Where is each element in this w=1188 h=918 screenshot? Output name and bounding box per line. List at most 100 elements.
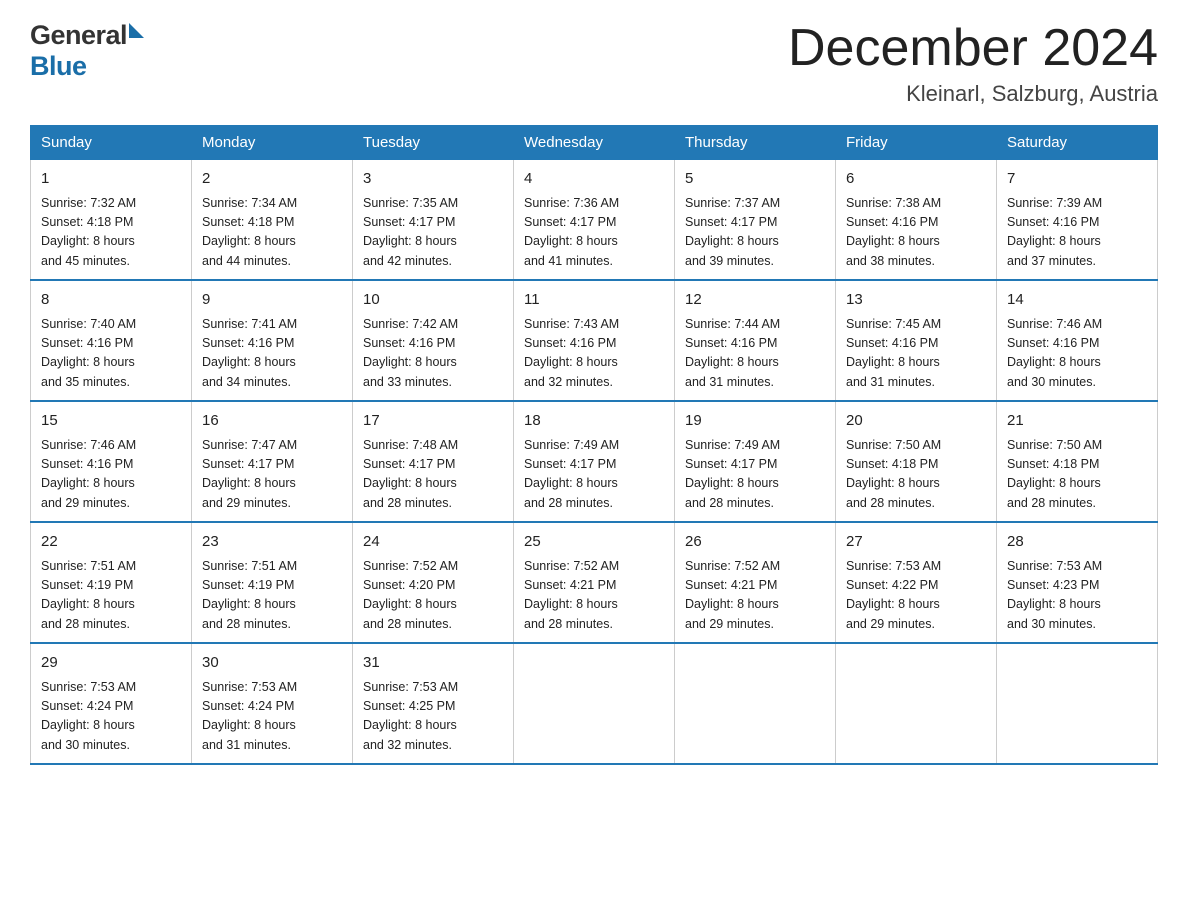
calendar-cell: 13Sunrise: 7:45 AMSunset: 4:16 PMDayligh… bbox=[836, 280, 997, 401]
logo-blue: Blue bbox=[30, 51, 144, 82]
location-title: Kleinarl, Salzburg, Austria bbox=[788, 81, 1158, 107]
day-info: Sunrise: 7:53 AMSunset: 4:22 PMDaylight:… bbox=[846, 557, 986, 635]
calendar-cell: 20 Sunrise: 7:50 AMSunset: 4:18 PMDayligh… bbox=[836, 401, 997, 522]
day-number: 11 bbox=[524, 289, 664, 312]
day-of-week-thursday: Thursday bbox=[675, 126, 836, 160]
calendar-cell: 7 Sunrise: 7:39 AMSunset: 4:16 PMDaylight… bbox=[997, 160, 1158, 281]
day-info: Sunrise: 7:51 AMSunset: 4:19 PMDaylight:… bbox=[41, 557, 181, 635]
calendar-header: SundayMondayTuesdayWednesdayThursdayFrid… bbox=[31, 126, 1158, 160]
calendar-cell: 21Sunrise: 7:50 AMSunset: 4:18 PMDayligh… bbox=[997, 401, 1158, 522]
title-area: December 2024 Kleinarl, Salzburg, Austri… bbox=[788, 20, 1158, 107]
calendar-week-4: 22 Sunrise: 7:51 AMSunset: 4:19 PMDayligh… bbox=[31, 522, 1158, 643]
day-of-week-friday: Friday bbox=[836, 126, 997, 160]
calendar-cell: 29 Sunrise: 7:53 AMSunset: 4:24 PMDayligh… bbox=[31, 643, 192, 764]
calendar-cell: 12Sunrise: 7:44 AMSunset: 4:16 PMDayligh… bbox=[675, 280, 836, 401]
day-info: Sunrise: 7:53 AMSunset: 4:23 PMDaylight:… bbox=[1007, 557, 1147, 635]
calendar-cell: 28Sunrise: 7:53 AMSunset: 4:23 PMDayligh… bbox=[997, 522, 1158, 643]
day-number: 10 bbox=[363, 289, 503, 312]
calendar-cell: 6 Sunrise: 7:38 AMSunset: 4:16 PMDaylight… bbox=[836, 160, 997, 281]
day-info: Sunrise: 7:38 AMSunset: 4:16 PMDaylight:… bbox=[846, 194, 986, 272]
calendar-cell: 1 Sunrise: 7:32 AMSunset: 4:18 PMDaylight… bbox=[31, 160, 192, 281]
day-info: Sunrise: 7:53 AMSunset: 4:25 PMDaylight:… bbox=[363, 678, 503, 756]
day-info: Sunrise: 7:41 AMSunset: 4:16 PMDaylight:… bbox=[202, 315, 342, 393]
day-number: 4 bbox=[524, 168, 664, 191]
day-info: Sunrise: 7:34 AMSunset: 4:18 PMDaylight:… bbox=[202, 194, 342, 272]
day-info: Sunrise: 7:36 AMSunset: 4:17 PMDaylight:… bbox=[524, 194, 664, 272]
day-info: Sunrise: 7:52 AMSunset: 4:20 PMDaylight:… bbox=[363, 557, 503, 635]
calendar-cell: 9 Sunrise: 7:41 AMSunset: 4:16 PMDaylight… bbox=[192, 280, 353, 401]
calendar-cell: 23Sunrise: 7:51 AMSunset: 4:19 PMDayligh… bbox=[192, 522, 353, 643]
day-number: 29 bbox=[41, 652, 181, 675]
day-of-week-tuesday: Tuesday bbox=[353, 126, 514, 160]
day-info: Sunrise: 7:49 AMSunset: 4:17 PMDaylight:… bbox=[685, 436, 825, 514]
day-of-week-sunday: Sunday bbox=[31, 126, 192, 160]
day-number: 9 bbox=[202, 289, 342, 312]
day-number: 20 bbox=[846, 410, 986, 433]
calendar-cell: 2 Sunrise: 7:34 AMSunset: 4:18 PMDaylight… bbox=[192, 160, 353, 281]
day-number: 5 bbox=[685, 168, 825, 191]
day-of-week-saturday: Saturday bbox=[997, 126, 1158, 160]
logo-text: General Blue bbox=[30, 20, 144, 82]
day-number: 2 bbox=[202, 168, 342, 191]
logo-area: General Blue bbox=[30, 20, 144, 82]
day-info: Sunrise: 7:32 AMSunset: 4:18 PMDaylight:… bbox=[41, 194, 181, 272]
calendar-cell: 15Sunrise: 7:46 AMSunset: 4:16 PMDayligh… bbox=[31, 401, 192, 522]
calendar-cell: 16Sunrise: 7:47 AMSunset: 4:17 PMDayligh… bbox=[192, 401, 353, 522]
day-number: 30 bbox=[202, 652, 342, 675]
calendar-week-5: 29 Sunrise: 7:53 AMSunset: 4:24 PMDayligh… bbox=[31, 643, 1158, 764]
day-info: Sunrise: 7:39 AMSunset: 4:16 PMDaylight:… bbox=[1007, 194, 1147, 272]
day-info: Sunrise: 7:51 AMSunset: 4:19 PMDaylight:… bbox=[202, 557, 342, 635]
day-info: Sunrise: 7:48 AMSunset: 4:17 PMDaylight:… bbox=[363, 436, 503, 514]
calendar-week-1: 1 Sunrise: 7:32 AMSunset: 4:18 PMDaylight… bbox=[31, 160, 1158, 281]
calendar-body: 1 Sunrise: 7:32 AMSunset: 4:18 PMDaylight… bbox=[31, 160, 1158, 765]
day-number: 1 bbox=[41, 168, 181, 191]
day-info: Sunrise: 7:46 AMSunset: 4:16 PMDaylight:… bbox=[1007, 315, 1147, 393]
day-number: 25 bbox=[524, 531, 664, 554]
calendar-week-2: 8Sunrise: 7:40 AMSunset: 4:16 PMDaylight… bbox=[31, 280, 1158, 401]
day-of-week-wednesday: Wednesday bbox=[514, 126, 675, 160]
day-info: Sunrise: 7:52 AMSunset: 4:21 PMDaylight:… bbox=[685, 557, 825, 635]
calendar-cell: 3Sunrise: 7:35 AMSunset: 4:17 PMDaylight… bbox=[353, 160, 514, 281]
day-number: 21 bbox=[1007, 410, 1147, 433]
day-number: 22 bbox=[41, 531, 181, 554]
calendar-cell: 19 Sunrise: 7:49 AMSunset: 4:17 PMDayligh… bbox=[675, 401, 836, 522]
calendar-cell: 11 Sunrise: 7:43 AMSunset: 4:16 PMDayligh… bbox=[514, 280, 675, 401]
day-info: Sunrise: 7:43 AMSunset: 4:16 PMDaylight:… bbox=[524, 315, 664, 393]
day-number: 14 bbox=[1007, 289, 1147, 312]
calendar-cell bbox=[836, 643, 997, 764]
day-number: 26 bbox=[685, 531, 825, 554]
day-number: 3 bbox=[363, 168, 503, 191]
day-number: 18 bbox=[524, 410, 664, 433]
day-number: 19 bbox=[685, 410, 825, 433]
day-number: 12 bbox=[685, 289, 825, 312]
calendar-cell bbox=[675, 643, 836, 764]
day-info: Sunrise: 7:53 AMSunset: 4:24 PMDaylight:… bbox=[41, 678, 181, 756]
day-info: Sunrise: 7:50 AMSunset: 4:18 PMDaylight:… bbox=[846, 436, 986, 514]
calendar-cell: 30Sunrise: 7:53 AMSunset: 4:24 PMDayligh… bbox=[192, 643, 353, 764]
calendar-cell: 14 Sunrise: 7:46 AMSunset: 4:16 PMDayligh… bbox=[997, 280, 1158, 401]
day-number: 6 bbox=[846, 168, 986, 191]
day-number: 16 bbox=[202, 410, 342, 433]
calendar-cell: 27Sunrise: 7:53 AMSunset: 4:22 PMDayligh… bbox=[836, 522, 997, 643]
day-info: Sunrise: 7:52 AMSunset: 4:21 PMDaylight:… bbox=[524, 557, 664, 635]
calendar-cell: 31 Sunrise: 7:53 AMSunset: 4:25 PMDayligh… bbox=[353, 643, 514, 764]
day-number: 31 bbox=[363, 652, 503, 675]
day-number: 15 bbox=[41, 410, 181, 433]
day-number: 17 bbox=[363, 410, 503, 433]
calendar-cell: 5 Sunrise: 7:37 AMSunset: 4:17 PMDaylight… bbox=[675, 160, 836, 281]
day-of-week-monday: Monday bbox=[192, 126, 353, 160]
day-number: 7 bbox=[1007, 168, 1147, 191]
calendar-cell: 4 Sunrise: 7:36 AMSunset: 4:17 PMDaylight… bbox=[514, 160, 675, 281]
day-info: Sunrise: 7:45 AMSunset: 4:16 PMDaylight:… bbox=[846, 315, 986, 393]
calendar-table: SundayMondayTuesdayWednesdayThursdayFrid… bbox=[30, 125, 1158, 765]
day-info: Sunrise: 7:37 AMSunset: 4:17 PMDaylight:… bbox=[685, 194, 825, 272]
calendar-cell bbox=[514, 643, 675, 764]
calendar-cell: 26 Sunrise: 7:52 AMSunset: 4:21 PMDayligh… bbox=[675, 522, 836, 643]
days-of-week-row: SundayMondayTuesdayWednesdayThursdayFrid… bbox=[31, 126, 1158, 160]
calendar-week-3: 15Sunrise: 7:46 AMSunset: 4:16 PMDayligh… bbox=[31, 401, 1158, 522]
calendar-cell: 18Sunrise: 7:49 AMSunset: 4:17 PMDayligh… bbox=[514, 401, 675, 522]
logo-general: General bbox=[30, 20, 144, 51]
logo: General Blue bbox=[30, 20, 144, 82]
day-info: Sunrise: 7:42 AMSunset: 4:16 PMDaylight:… bbox=[363, 315, 503, 393]
calendar-cell: 17 Sunrise: 7:48 AMSunset: 4:17 PMDayligh… bbox=[353, 401, 514, 522]
